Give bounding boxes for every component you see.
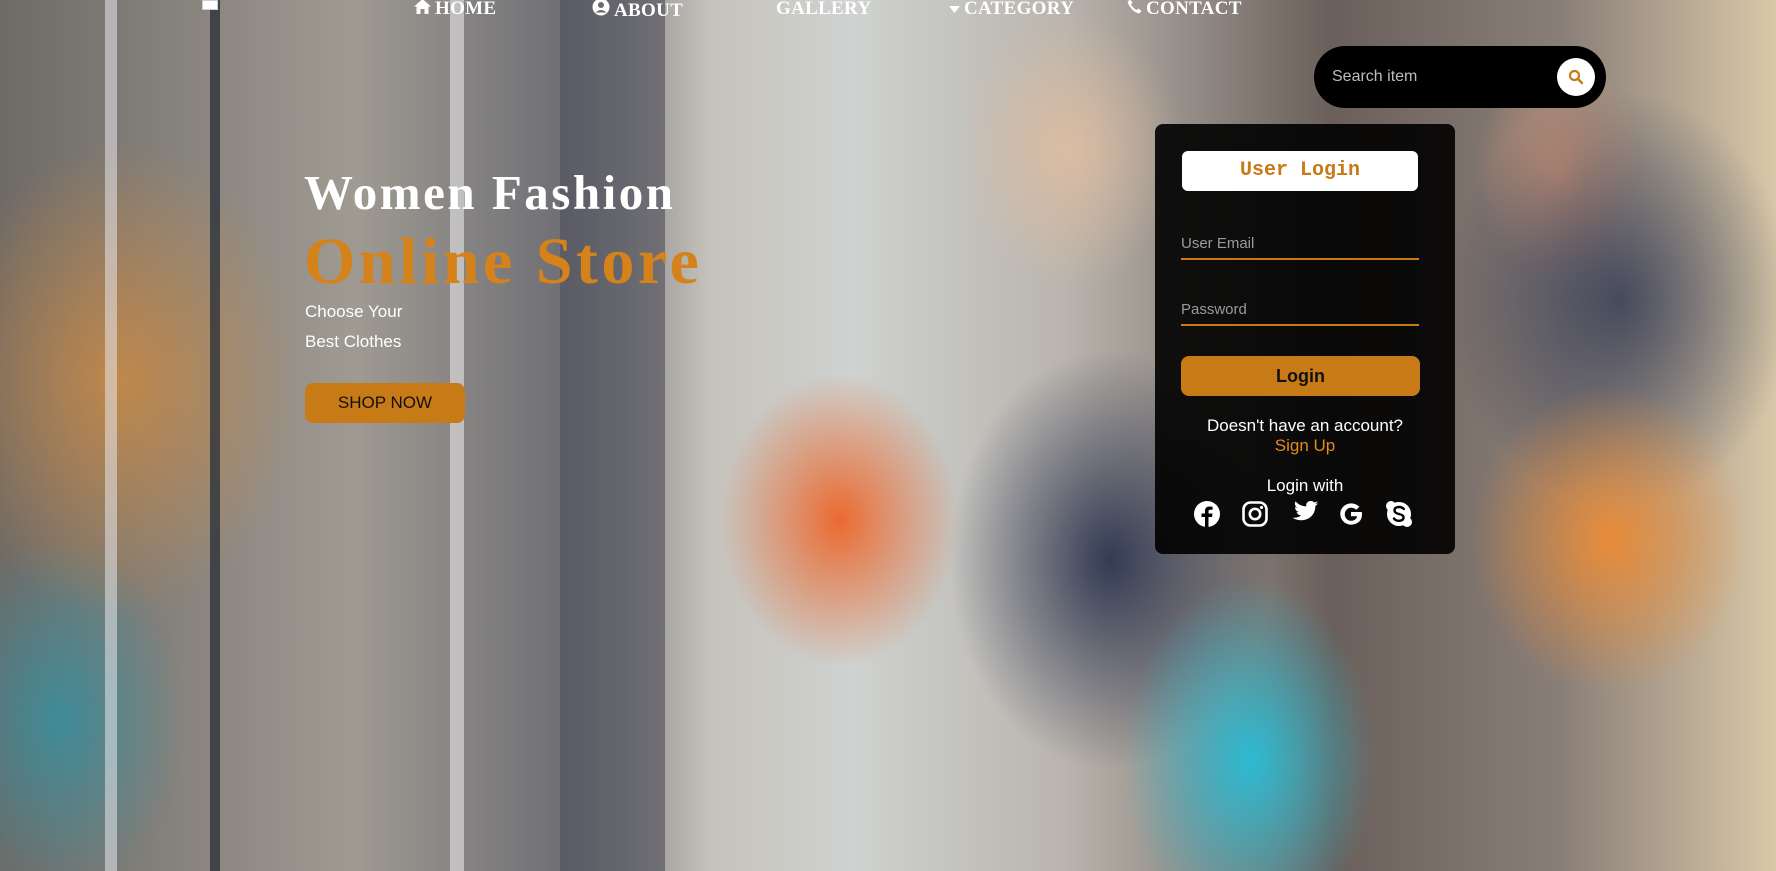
background-pole <box>450 0 464 871</box>
nav-gallery[interactable]: GALLERY <box>776 0 871 20</box>
nav-home-label: HOME <box>435 0 497 19</box>
no-account-text: Doesn't have an account? <box>1206 416 1404 435</box>
instagram-icon[interactable] <box>1241 500 1271 530</box>
nav-gallery-label: GALLERY <box>776 0 872 19</box>
nav-home[interactable]: HOME <box>414 0 496 20</box>
login-panel: User Login Login Doesn't have an account… <box>1155 124 1455 554</box>
nav-contact[interactable]: CONTACT <box>1127 0 1242 20</box>
facebook-icon[interactable] <box>1193 500 1223 530</box>
nav-about[interactable]: ABOUT <box>592 0 683 22</box>
shop-now-button[interactable]: SHOP NOW <box>305 383 465 423</box>
hero-background: HOME ABOUT GALLERY CATEGORY CONTACT Sear… <box>0 0 1776 871</box>
google-icon[interactable] <box>1337 500 1367 530</box>
hero-subtitle-line1: Choose Your <box>305 302 403 321</box>
search-button[interactable] <box>1557 58 1595 96</box>
search-bar <box>1314 46 1606 108</box>
home-icon <box>414 0 431 19</box>
login-button[interactable]: Login <box>1181 356 1420 396</box>
login-with-text: Login with <box>1266 476 1344 495</box>
social-login-row <box>1193 500 1415 530</box>
nav-category[interactable]: CATEGORY <box>949 0 1074 20</box>
search-input[interactable] <box>1330 63 1544 91</box>
password-field[interactable] <box>1181 294 1419 326</box>
top-navbar: HOME ABOUT GALLERY CATEGORY CONTACT <box>0 0 1776 21</box>
background-pole <box>210 0 220 871</box>
twitter-icon[interactable] <box>1289 500 1319 530</box>
background-pillar <box>560 0 665 871</box>
email-field[interactable] <box>1181 228 1419 260</box>
signup-link[interactable]: Sign Up <box>1155 436 1455 456</box>
login-title: User Login <box>1182 151 1418 191</box>
user-circle-icon <box>592 0 610 21</box>
hero-title: Women Fashion <box>304 165 676 220</box>
background-pole <box>105 0 117 871</box>
phone-icon <box>1127 0 1142 19</box>
nav-about-label: ABOUT <box>614 0 684 21</box>
nav-category-label: CATEGORY <box>964 0 1075 19</box>
skype-icon[interactable] <box>1385 500 1415 530</box>
search-icon <box>1568 69 1584 85</box>
nav-contact-label: CONTACT <box>1146 0 1242 19</box>
caret-down-icon <box>949 1 960 19</box>
hero-title-accent: Online Store <box>304 225 703 298</box>
logo-image <box>202 0 218 10</box>
hero-subtitle-line2: Best Clothes <box>305 332 402 351</box>
